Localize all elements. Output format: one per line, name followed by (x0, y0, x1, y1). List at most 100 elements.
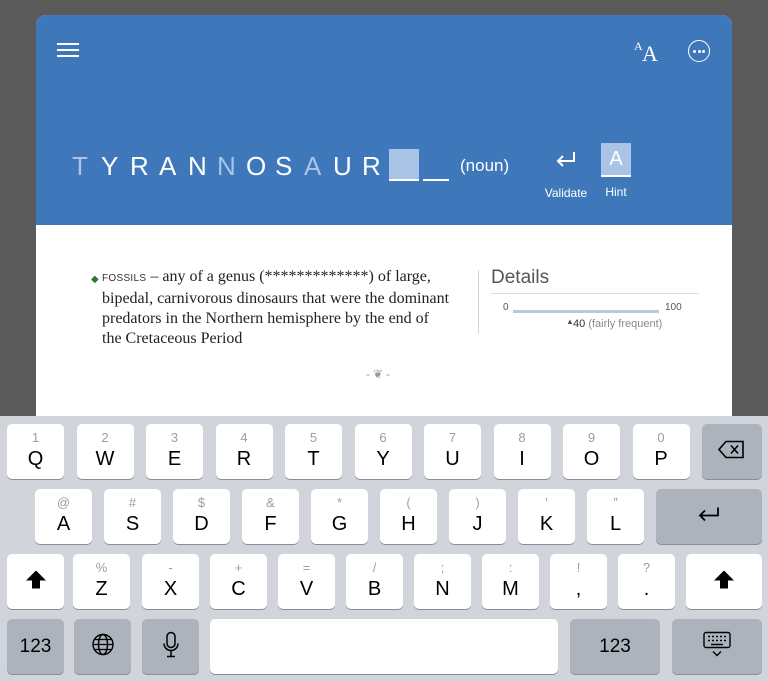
divider (478, 270, 479, 334)
key-primary-label: V (299, 578, 314, 600)
key-primary-label: Z (95, 578, 108, 600)
diamond-bullet-icon: ◆ (91, 274, 99, 285)
microphone-icon (142, 631, 199, 662)
key-f[interactable]: & F (242, 489, 299, 544)
ornament-separator: - ❦ - (366, 367, 391, 381)
key-j[interactable]: ) J (449, 489, 506, 544)
key-c[interactable]: + C (210, 554, 267, 609)
key-o[interactable]: 9O (563, 424, 620, 479)
key-p[interactable]: 0P (632, 424, 690, 479)
key-n[interactable]: ; N (414, 554, 471, 609)
key-primary-label: S (125, 513, 140, 535)
key-primary-label: . (643, 578, 650, 600)
key-secondary-label: 1 (31, 430, 40, 445)
word-letter: R (362, 151, 381, 181)
backspace-icon (702, 439, 762, 464)
key-label: 123 (19, 635, 52, 657)
menu-icon[interactable] (57, 43, 79, 59)
key-primary-label: I (519, 448, 525, 470)
key-m[interactable]: :M (482, 554, 539, 609)
globe-icon (74, 632, 131, 661)
category-tag: FOSSILS (102, 273, 147, 284)
key-secondary-label: 0 (657, 430, 665, 445)
hint-label: Hint (605, 185, 627, 199)
key-primary-label: K (539, 513, 554, 535)
key-comma[interactable]: !, (550, 554, 607, 609)
key-secondary-label: ! (576, 560, 581, 575)
word-letter: A (304, 151, 322, 181)
key-primary-label: U (445, 448, 460, 470)
key-a[interactable]: @ A (35, 489, 92, 544)
key-r[interactable]: 4R (215, 424, 273, 479)
empty-letter-slot[interactable] (423, 179, 449, 181)
shift-key-right[interactable] (686, 554, 762, 609)
key-secondary-label: 9 (587, 430, 596, 445)
key-b[interactable]: / B (346, 554, 403, 609)
definition: ◆ FOSSILS – any of a genus (************… (91, 267, 451, 349)
more-options-icon[interactable] (688, 40, 710, 62)
key-l[interactable]: ” L (587, 489, 644, 544)
frequency-scale: 0 100 ▲ 40 (fairly frequent) (491, 302, 699, 338)
word-card: A A T Y R A N N O S A U R (noun) Validat… (36, 15, 732, 435)
key-period[interactable]: ?. (618, 554, 675, 609)
key-secondary-label: / (372, 560, 377, 575)
frequency-value: 40 (fairly frequent) (573, 318, 663, 330)
word-letter: N (217, 151, 236, 181)
hint-button[interactable]: A Hint (601, 143, 631, 199)
key-secondary-label: 6 (379, 430, 387, 445)
word-letter: T (72, 151, 88, 181)
word-letter: U (333, 151, 352, 181)
hide-keyboard-key[interactable] (672, 619, 762, 674)
details-title: Details (491, 267, 699, 294)
key-i[interactable]: 8I (493, 424, 551, 479)
key-secondary-label: $ (197, 495, 206, 510)
key-t[interactable]: 5T (285, 424, 342, 479)
validate-button[interactable]: Validate (540, 149, 592, 200)
key-d[interactable]: $ D (173, 489, 230, 544)
key-z[interactable]: % Z (73, 554, 130, 609)
key-primary-label: M (502, 578, 519, 600)
return-arrow-icon (540, 149, 592, 176)
key-w[interactable]: 2W (76, 424, 134, 479)
backspace-key[interactable] (702, 424, 762, 479)
key-q[interactable]: 1Q (7, 424, 64, 479)
key-g[interactable]: * G (311, 489, 368, 544)
key-secondary-label: ? (642, 560, 651, 575)
word-letter: S (275, 151, 293, 181)
key-secondary-label: @ (56, 495, 71, 510)
key-primary-label: G (331, 513, 348, 535)
key-e[interactable]: 3E (146, 424, 203, 479)
key-secondary-label: + (234, 560, 243, 575)
key-secondary-label: 7 (448, 430, 457, 445)
key-secondary-label: - (168, 560, 173, 575)
definition-text: – any of a genus (*************) of larg… (102, 268, 450, 347)
key-h[interactable]: (H (380, 489, 437, 544)
key-primary-label: P (654, 448, 668, 470)
word-letter: R (130, 151, 149, 181)
key-v[interactable]: = V (278, 554, 335, 609)
key-u[interactable]: 7U (424, 424, 481, 479)
key-k[interactable]: ’ K (518, 489, 575, 544)
return-key[interactable] (656, 489, 762, 544)
key-primary-label: X (163, 578, 178, 600)
word-letter: Y (101, 151, 119, 181)
shift-key-left[interactable] (7, 554, 64, 609)
key-s[interactable]: # S (104, 489, 161, 544)
word-letter: O (246, 151, 267, 181)
numbers-key-left[interactable]: 123 (7, 619, 64, 674)
details-panel: Details 0 100 ▲ 40 (fairly frequent) (491, 267, 699, 338)
key-secondary-label: ” (613, 495, 618, 510)
header: A A T Y R A N N O S A U R (noun) Validat… (36, 15, 732, 225)
key-primary-label: Q (27, 448, 44, 470)
key-x[interactable]: -X (142, 554, 199, 609)
part-of-speech: (noun) (460, 156, 510, 175)
active-letter-slot[interactable] (389, 149, 419, 181)
key-y[interactable]: 6Y (354, 424, 412, 479)
numbers-key-right[interactable]: 123 (570, 619, 660, 674)
key-secondary-label: 4 (240, 430, 248, 445)
space-key[interactable] (210, 619, 558, 674)
microphone-key[interactable] (142, 619, 199, 674)
globe-key[interactable] (74, 619, 131, 674)
key-secondary-label: = (302, 560, 311, 575)
keyboard-dismiss-icon (672, 630, 762, 663)
